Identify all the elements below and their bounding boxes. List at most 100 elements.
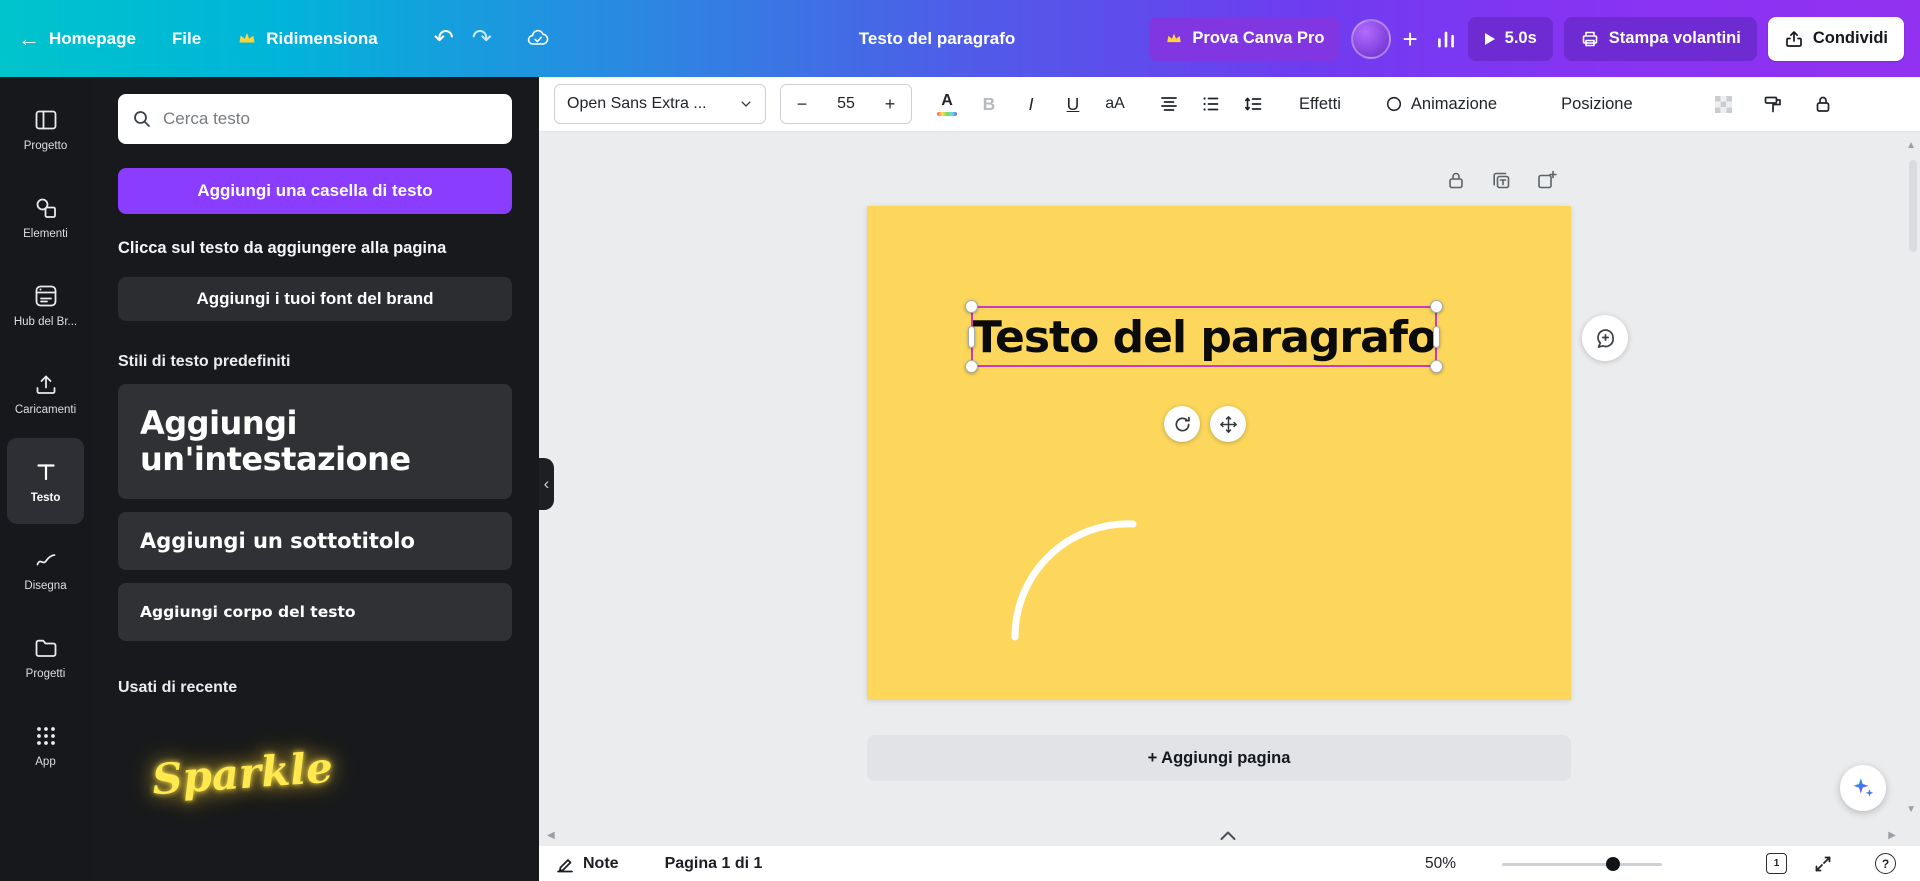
zoom-slider-track[interactable]: [1502, 863, 1662, 866]
try-pro-button[interactable]: Prova Canva Pro: [1149, 17, 1340, 61]
share-button[interactable]: Condividi: [1768, 17, 1904, 61]
redo-button[interactable]: ↷: [472, 27, 492, 51]
bold-button[interactable]: B: [971, 84, 1007, 124]
help-button[interactable]: ?: [1875, 853, 1896, 874]
add-page-icon[interactable]: [1535, 169, 1557, 191]
duration-button[interactable]: 5.0s: [1468, 17, 1553, 61]
font-size-stepper: − 55 +: [780, 84, 912, 124]
zoom-slider-thumb[interactable]: [1606, 857, 1620, 871]
copy-style-button[interactable]: [1755, 84, 1791, 124]
checkerboard-icon: [1714, 95, 1733, 114]
zoom-level[interactable]: 50%: [1425, 855, 1456, 873]
font-family-value: Open Sans Extra ...: [567, 95, 707, 113]
ai-assistant-button[interactable]: [1840, 765, 1886, 811]
scroll-up-arrow[interactable]: ▲: [1906, 140, 1916, 151]
rotate-button[interactable]: [1164, 406, 1200, 442]
folder-icon: [33, 635, 59, 661]
add-textbox-button[interactable]: Aggiungi una casella di testo: [118, 168, 512, 214]
bottom-bar: Note Pagina 1 di 1 50% 1 ?: [539, 846, 1920, 881]
lock-button[interactable]: [1805, 84, 1841, 124]
scroll-down-arrow[interactable]: ▼: [1906, 804, 1916, 815]
vertical-scrollbar-thumb[interactable]: [1909, 160, 1917, 252]
animation-button[interactable]: Animazione: [1373, 84, 1509, 124]
file-menu-button[interactable]: File: [172, 29, 201, 49]
notes-pencil-icon: [555, 854, 575, 874]
font-size-decrease-button[interactable]: −: [781, 94, 823, 115]
style-card-subtitle[interactable]: Aggiungi un sottotitolo: [118, 512, 512, 570]
sidebar-item-brand-hub[interactable]: Hub del Br...: [7, 262, 84, 348]
selection-box[interactable]: [971, 306, 1437, 367]
resize-handle-bottom-left[interactable]: [965, 360, 978, 373]
lock-page-icon[interactable]: [1445, 169, 1467, 191]
design-page[interactable]: Testo del paragrafo: [867, 206, 1571, 700]
sidebar-item-testo[interactable]: Testo: [7, 438, 84, 524]
lock-icon: [1813, 94, 1833, 114]
panel-hint-text: Clicca sul testo da aggiungere alla pagi…: [118, 239, 512, 258]
sidebar-item-label: App: [35, 756, 55, 768]
page-thumbnails-button[interactable]: 1: [1766, 853, 1787, 874]
sidebar-item-app[interactable]: App: [7, 702, 84, 788]
move-button[interactable]: [1210, 406, 1246, 442]
resize-handle-left[interactable]: [968, 326, 975, 348]
page-actions: [1445, 169, 1557, 191]
text-align-button[interactable]: [1151, 84, 1187, 124]
resize-label: Ridimensiona: [266, 29, 377, 49]
brand-hub-icon: [33, 283, 59, 309]
search-icon: [132, 109, 152, 129]
zoom-slider[interactable]: [1502, 857, 1662, 871]
expand-bottom-panel-button[interactable]: [1217, 828, 1239, 842]
brand-fonts-button[interactable]: Aggiungi i tuoi font del brand: [118, 277, 512, 321]
undo-button[interactable]: ↶: [434, 27, 454, 51]
undo-icon: ↶: [434, 27, 454, 51]
resize-button[interactable]: Ridimensiona: [237, 29, 377, 49]
font-size-value[interactable]: 55: [823, 95, 869, 113]
sidebar-item-caricamenti[interactable]: Caricamenti: [7, 350, 84, 436]
transparency-button[interactable]: [1705, 84, 1741, 124]
resize-handle-bottom-right[interactable]: [1430, 360, 1443, 373]
duplicate-page-icon[interactable]: [1490, 169, 1512, 191]
font-family-select[interactable]: Open Sans Extra ...: [554, 84, 766, 124]
resize-handle-top-left[interactable]: [965, 300, 978, 313]
top-bar: ← Homepage File Ridimensiona ↶ ↷: [0, 0, 1920, 77]
position-button[interactable]: Posizione: [1549, 84, 1645, 124]
insights-button[interactable]: [1435, 28, 1457, 50]
style-card-body[interactable]: Aggiungi corpo del testo: [118, 583, 512, 641]
file-label: File: [172, 29, 201, 49]
italic-button[interactable]: I: [1013, 84, 1049, 124]
document-title[interactable]: Testo del paragrafo: [859, 29, 1016, 49]
underline-button[interactable]: U: [1055, 84, 1091, 124]
scroll-left-arrow[interactable]: ◀: [547, 830, 555, 841]
resize-handle-right[interactable]: [1433, 326, 1440, 348]
panel-collapse-button[interactable]: ‹: [539, 458, 554, 510]
duration-label: 5.0s: [1505, 29, 1537, 48]
page-indicator[interactable]: Pagina 1 di 1: [665, 855, 763, 873]
print-flyers-button[interactable]: Stampa volantini: [1564, 17, 1757, 61]
save-status-button[interactable]: [526, 27, 550, 51]
line-spacing-button[interactable]: [1235, 84, 1271, 124]
canva-editor: ← Homepage File Ridimensiona ↶ ↷: [0, 0, 1920, 881]
style-card-heading[interactable]: Aggiungi un'intestazione: [118, 384, 512, 499]
recent-text-style-sparkle[interactable]: Sparkle: [151, 743, 335, 804]
bullet-list-button[interactable]: [1193, 84, 1229, 124]
search-input[interactable]: [163, 109, 498, 129]
effects-button[interactable]: Effetti: [1287, 84, 1353, 124]
sidebar-item-progetto[interactable]: Progetto: [7, 86, 84, 172]
sidebar-item-disegna[interactable]: Disegna: [7, 526, 84, 612]
font-size-increase-button[interactable]: +: [869, 94, 911, 115]
text-case-button[interactable]: aA: [1097, 84, 1133, 124]
sidebar-item-progetti[interactable]: Progetti: [7, 614, 84, 700]
notes-button[interactable]: Note: [555, 854, 619, 874]
homepage-button[interactable]: ← Homepage: [18, 28, 136, 50]
resize-handle-top-right[interactable]: [1430, 300, 1443, 313]
avatar[interactable]: [1351, 19, 1391, 59]
back-arrow-icon: ←: [18, 28, 40, 50]
add-page-button[interactable]: + Aggiungi pagina: [867, 735, 1571, 781]
text-color-button[interactable]: A: [929, 84, 965, 124]
scroll-right-arrow[interactable]: ▶: [1888, 830, 1896, 841]
fullscreen-button[interactable]: [1813, 854, 1833, 874]
arc-graphic[interactable]: [867, 206, 1571, 700]
search-box[interactable]: [118, 94, 512, 144]
add-member-button[interactable]: +: [1402, 26, 1417, 52]
comment-button[interactable]: [1582, 315, 1628, 361]
sidebar-item-elementi[interactable]: Elementi: [7, 174, 84, 260]
